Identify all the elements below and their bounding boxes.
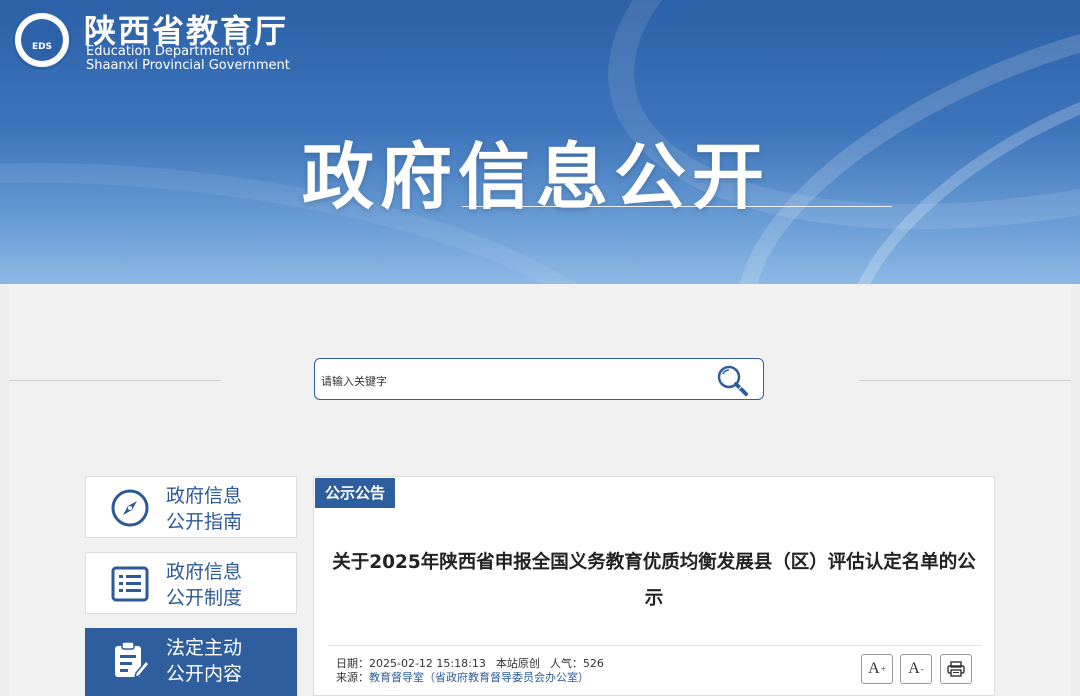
main-content: 政府信息 公开指南 政府信息 公开制度 法定主动 公开内容 公示公告 关于202… — [9, 284, 1071, 696]
category-tag[interactable]: 公示公告 — [315, 478, 396, 508]
page-heading: 政府信息公开 — [302, 135, 771, 219]
compass-icon — [111, 489, 149, 527]
source-link[interactable]: 教育督导室（省政府教育督导委员会办公室） — [369, 671, 589, 684]
sidebar-item-label: 政府信息 公开制度 — [166, 561, 243, 609]
meta-divider — [328, 645, 982, 646]
search-input[interactable] — [319, 369, 703, 393]
logo-text: EDS — [31, 42, 53, 52]
org-name-english-line1: Education Department of — [86, 44, 251, 59]
article-source-line: 来源：教育督导室（省政府教育督导委员会办公室） — [336, 669, 589, 685]
department-logo[interactable]: EDS — [12, 10, 72, 70]
sidebar-item-disclosure-system[interactable]: 政府信息 公开制度 — [85, 552, 297, 614]
article-panel: 公示公告 关于2025年陕西省申报全国义务教育优质均衡发展县（区）评估认定名单的… — [313, 476, 995, 696]
search-icon — [717, 365, 748, 396]
sidebar-item-statutory-content[interactable]: 法定主动 公开内容 — [85, 628, 297, 696]
header-banner: EDS 陕西省教育厅 Education Department of Shaan… — [0, 0, 1080, 284]
font-larger-mark: + — [880, 664, 886, 674]
clipboard-edit-icon — [115, 641, 150, 679]
sidebar-item-disclosure-guide[interactable]: 政府信息 公开指南 — [85, 476, 297, 538]
printer-icon — [947, 661, 965, 677]
logo-emblem: EDS — [21, 19, 63, 61]
org-name-english-line2: Shaanxi Provincial Government — [86, 58, 290, 73]
sidebar-item-label: 政府信息 公开指南 — [166, 485, 243, 533]
sidebar-item-label: 法定主动 公开内容 — [166, 637, 243, 685]
source-label: 来源： — [336, 671, 369, 684]
divider-right — [859, 380, 1071, 381]
font-larger-icon: A — [868, 660, 880, 677]
search-button[interactable] — [713, 363, 753, 397]
article-title: 关于2025年陕西省申报全国义务教育优质均衡发展县（区）评估认定名单的公 示 — [332, 552, 976, 609]
search-box — [314, 358, 764, 400]
font-smaller-mark: - — [920, 664, 924, 674]
font-larger-button[interactable]: A + — [861, 654, 893, 684]
font-smaller-button[interactable]: A- — [900, 654, 932, 684]
heading-underline — [462, 206, 892, 207]
divider-left — [9, 380, 221, 381]
print-button[interactable] — [940, 654, 972, 684]
list-icon — [111, 566, 149, 602]
font-smaller-icon: A — [908, 660, 920, 677]
